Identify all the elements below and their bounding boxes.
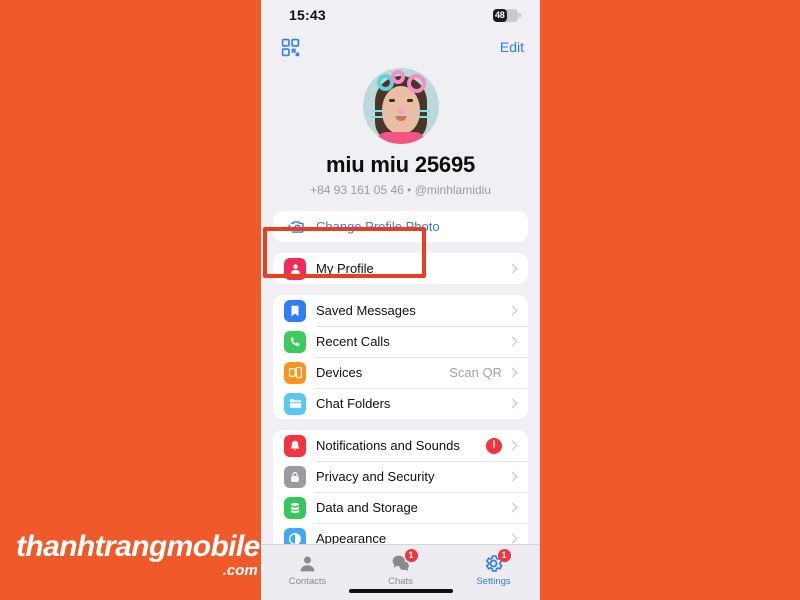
- avatar-art: [406, 74, 426, 93]
- profile-block: miu miu 25695 +84 93 161 05 46 • @minhla…: [261, 64, 540, 197]
- chevron-right-icon: [507, 367, 518, 378]
- chevron-right-icon: [507, 398, 518, 409]
- status-badge: !: [486, 437, 502, 454]
- avatar-art: [406, 99, 413, 102]
- settings-group: Change Profile Photo: [273, 211, 528, 242]
- folder-icon: [284, 392, 306, 415]
- lock-icon: [284, 465, 306, 488]
- settings-row-label: Recent Calls: [316, 334, 390, 349]
- avatar-art: [370, 116, 384, 118]
- settings-row-change-profile-photo[interactable]: Change Profile Photo: [273, 211, 528, 242]
- chevron-right-icon: [507, 502, 518, 513]
- avatar-art: [388, 99, 395, 102]
- settings-row-privacy-and-security[interactable]: Privacy and Security: [273, 461, 528, 492]
- chevron-right-icon: [507, 440, 518, 451]
- watermark-suffix: .com: [222, 562, 258, 579]
- avatar-art: [376, 132, 425, 144]
- settings-group: My Profile: [273, 253, 528, 284]
- settings-row-my-profile[interactable]: My Profile: [273, 253, 528, 284]
- battery-level: 48: [495, 10, 505, 20]
- profile-header-bar: Edit: [261, 30, 540, 64]
- chat-bubbles-icon: 1: [389, 549, 418, 574]
- person-icon: [296, 552, 320, 574]
- settings-row-label: Privacy and Security: [316, 469, 435, 484]
- settings-row-label: My Profile: [316, 261, 374, 276]
- settings-row-saved-messages[interactable]: Saved Messages: [273, 295, 528, 326]
- tab-settings[interactable]: 1 Settings: [447, 549, 540, 587]
- profile-subtitle: +84 93 161 05 46 • @minhlamidiu: [310, 183, 491, 197]
- settings-row-label: Saved Messages: [316, 303, 416, 318]
- home-indicator: [348, 589, 453, 593]
- settings-row-recent-calls[interactable]: Recent Calls: [273, 326, 528, 357]
- tab-contacts[interactable]: Contacts: [261, 552, 354, 587]
- settings-group: Notifications and Sounds! Privacy and Sec…: [273, 430, 528, 554]
- settings-row-chat-folders[interactable]: Chat Folders: [273, 388, 528, 419]
- tab-label: Settings: [476, 576, 511, 587]
- settings-group: Saved Messages Recent Calls Devices Scan QR…: [273, 295, 528, 419]
- edit-button[interactable]: Edit: [500, 39, 524, 55]
- settings-row-label: Data and Storage: [316, 500, 418, 515]
- avatar-art: [417, 116, 431, 118]
- watermark-main: thanhtrangmobile: [16, 530, 260, 563]
- avatar-art: [397, 108, 404, 114]
- tab-badge: 1: [404, 549, 418, 562]
- settings-row-label: Chat Folders: [316, 396, 391, 411]
- camera-plus-icon: [284, 216, 306, 238]
- avatar[interactable]: [362, 68, 439, 144]
- tab-chats[interactable]: 1 Chats: [354, 549, 447, 587]
- status-bar: 15:43 48: [261, 0, 540, 30]
- screenshot-root: thanhtrangmobile .com 15:43 48 Edit miu …: [0, 0, 800, 600]
- devices-icon: [284, 361, 306, 384]
- chevron-right-icon: [507, 533, 518, 544]
- avatar-art: [390, 70, 405, 84]
- tab-badge: 1: [497, 549, 511, 562]
- bell-icon: [284, 434, 306, 457]
- settings-row-data-and-storage[interactable]: Data and Storage: [273, 492, 528, 523]
- tab-label: Contacts: [288, 576, 327, 587]
- settings-list: Change Profile Photo My Profile Saved Mess…: [261, 211, 540, 554]
- bookmark-icon: [284, 299, 306, 322]
- tab-bar: Contacts 1 Chats 1 Settings: [261, 544, 540, 600]
- settings-row-label: Notifications and Sounds: [316, 438, 460, 453]
- status-time: 15:43: [289, 7, 326, 23]
- chevron-right-icon: [507, 471, 518, 482]
- phone-screen: 15:43 48 Edit miu miu 25695 +84 93 161 0…: [261, 0, 540, 600]
- profile-name: miu miu 25695: [325, 152, 476, 177]
- watermark: thanhtrangmobile .com: [16, 530, 260, 579]
- settings-row-label: Devices: [316, 365, 363, 380]
- qr-code-icon[interactable]: [281, 38, 300, 57]
- settings-row-label: Change Profile Photo: [316, 219, 440, 234]
- avatar-art: [370, 110, 384, 112]
- phone-icon: [284, 330, 306, 353]
- battery-indicator: 48: [493, 8, 521, 22]
- settings-row-value: Scan QR: [449, 365, 502, 380]
- status-right-cluster: 48: [493, 8, 521, 22]
- chevron-right-icon: [507, 263, 518, 274]
- person-circle-icon: [284, 257, 306, 280]
- database-icon: [284, 496, 306, 519]
- chevron-right-icon: [507, 305, 518, 316]
- chevron-right-icon: [507, 336, 518, 347]
- settings-row-devices[interactable]: Devices Scan QR: [273, 357, 528, 388]
- gear-icon: 1: [482, 549, 511, 574]
- tab-label: Chats: [388, 576, 413, 587]
- avatar-art: [417, 110, 431, 112]
- settings-row-notifications-and-sounds[interactable]: Notifications and Sounds!: [273, 430, 528, 461]
